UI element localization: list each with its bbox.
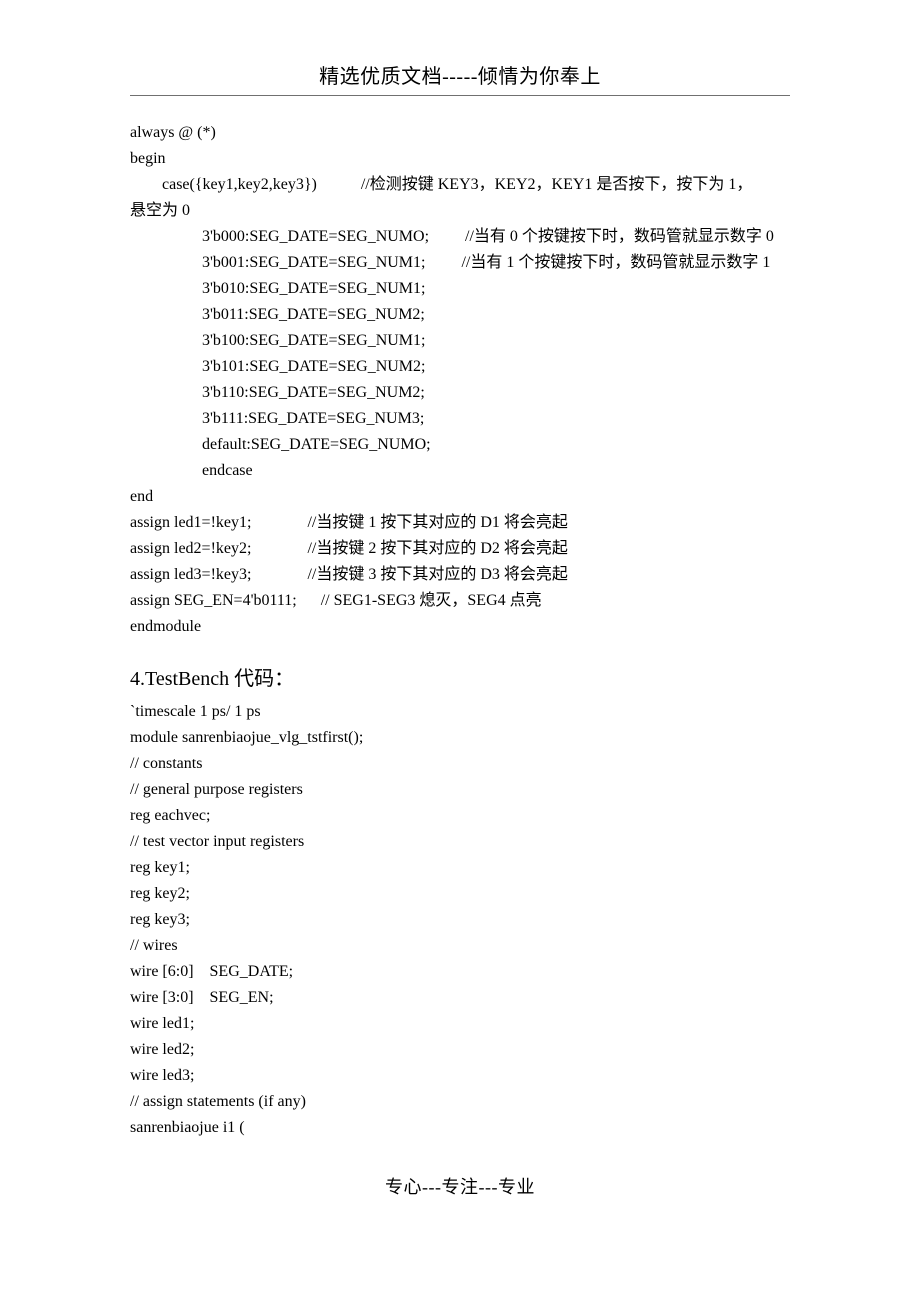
document-page: 精选优质文档-----倾情为你奉上 always @ (*) begin cas… — [0, 0, 920, 1239]
page-footer: 专心---专注---专业 — [130, 1173, 790, 1199]
code-line: 3'b111:SEG_DATE=SEG_NUM3; — [130, 406, 790, 432]
code-line: wire led3; — [130, 1063, 790, 1089]
code-line: wire [6:0] SEG_DATE; — [130, 959, 790, 985]
code-line: endmodule — [130, 614, 790, 640]
code-line: wire led2; — [130, 1037, 790, 1063]
page-header: 精选优质文档-----倾情为你奉上 — [130, 60, 790, 89]
code-line: reg key1; — [130, 855, 790, 881]
code-line: always @ (*) — [130, 120, 790, 146]
code-line: wire [3:0] SEG_EN; — [130, 985, 790, 1011]
code-line: reg key3; — [130, 907, 790, 933]
code-line: // assign statements (if any) — [130, 1089, 790, 1115]
code-line: reg eachvec; — [130, 803, 790, 829]
code-block-1: always @ (*) begin case({key1,key2,key3}… — [130, 120, 790, 640]
code-line: case({key1,key2,key3}) //检测按键 KEY3，KEY2，… — [130, 172, 790, 198]
code-line: 悬空为 0 — [130, 198, 790, 224]
code-line: end — [130, 484, 790, 510]
code-line: default:SEG_DATE=SEG_NUMO; — [130, 432, 790, 458]
code-line: assign led1=!key1; //当按键 1 按下其对应的 D1 将会亮… — [130, 510, 790, 536]
code-line: begin — [130, 146, 790, 172]
code-line: reg key2; — [130, 881, 790, 907]
code-line: 3'b000:SEG_DATE=SEG_NUMO; //当有 0 个按键按下时，… — [130, 224, 790, 250]
code-line: sanrenbiaojue i1 ( — [130, 1115, 790, 1141]
code-line: // constants — [130, 751, 790, 777]
code-line: 3'b110:SEG_DATE=SEG_NUM2; — [130, 380, 790, 406]
code-line: 3'b100:SEG_DATE=SEG_NUM1; — [130, 328, 790, 354]
code-line: wire led1; — [130, 1011, 790, 1037]
code-line: // test vector input registers — [130, 829, 790, 855]
code-line: module sanrenbiaojue_vlg_tstfirst(); — [130, 725, 790, 751]
code-line: // wires — [130, 933, 790, 959]
code-line: endcase — [130, 458, 790, 484]
code-line: 3'b011:SEG_DATE=SEG_NUM2; — [130, 302, 790, 328]
code-line: 3'b101:SEG_DATE=SEG_NUM2; — [130, 354, 790, 380]
code-line: // general purpose registers — [130, 777, 790, 803]
section-title: 4.TestBench 代码： — [130, 662, 790, 691]
code-block-2: `timescale 1 ps/ 1 ps module sanrenbiaoj… — [130, 699, 790, 1141]
code-line: 3'b010:SEG_DATE=SEG_NUM1; — [130, 276, 790, 302]
code-line: `timescale 1 ps/ 1 ps — [130, 699, 790, 725]
code-line: assign led2=!key2; //当按键 2 按下其对应的 D2 将会亮… — [130, 536, 790, 562]
code-line: 3'b001:SEG_DATE=SEG_NUM1; //当有 1 个按键按下时，… — [130, 250, 790, 276]
code-line: assign led3=!key3; //当按键 3 按下其对应的 D3 将会亮… — [130, 562, 790, 588]
code-line: assign SEG_EN=4'b0111; // SEG1-SEG3 熄灭，S… — [130, 588, 790, 614]
header-divider — [130, 95, 790, 96]
